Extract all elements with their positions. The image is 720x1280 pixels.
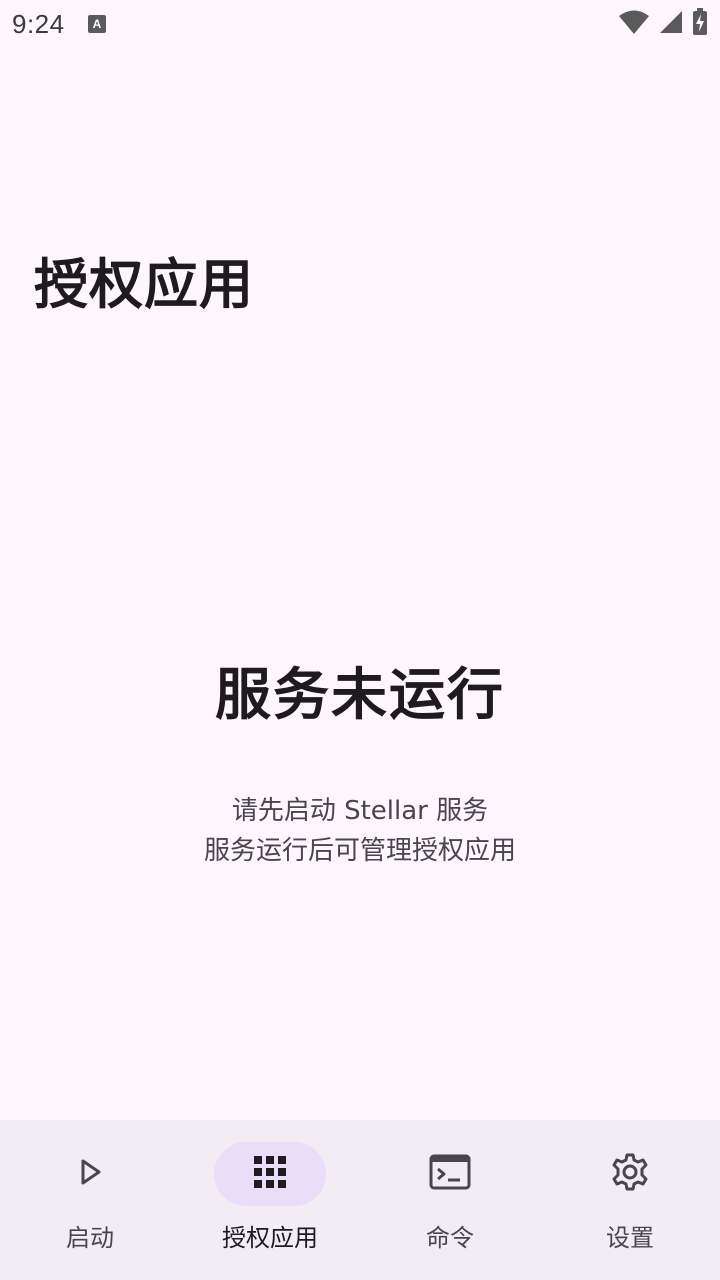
battery-charging-icon (692, 8, 708, 40)
empty-state: 服务未运行 请先启动 Stellar 服务 服务运行后可管理授权应用 (0, 650, 720, 871)
status-bar: 9:24 A (0, 0, 720, 48)
nav-item-commands[interactable]: 命令 (365, 1142, 535, 1253)
gear-icon (610, 1152, 650, 1196)
nav-label: 命令 (426, 1224, 474, 1252)
empty-state-line-1: 请先启动 Stellar 服务 (231, 796, 489, 826)
wifi-icon (618, 9, 650, 39)
cell-signal-icon (658, 9, 684, 39)
grid-icon (253, 1155, 287, 1193)
bottom-navigation: 启动 授权应用 命令 设置 (0, 1120, 720, 1280)
status-right (618, 8, 708, 40)
empty-state-title: 服务未运行 (215, 663, 505, 728)
page-title: 授权应用 (34, 253, 254, 316)
nav-label: 启动 (66, 1224, 114, 1252)
nav-label: 授权应用 (222, 1224, 318, 1252)
svg-text:A: A (92, 17, 101, 31)
nav-item-authorized-apps[interactable]: 授权应用 (185, 1142, 355, 1253)
terminal-icon (429, 1154, 471, 1194)
empty-state-line-2: 服务运行后可管理授权应用 (203, 836, 516, 866)
nav-label: 设置 (606, 1224, 654, 1252)
nav-item-settings[interactable]: 设置 (545, 1142, 715, 1253)
nav-indicator (394, 1142, 506, 1206)
nav-item-start[interactable]: 启动 (5, 1142, 175, 1253)
keyboard-a-icon: A (87, 14, 107, 34)
nav-indicator (574, 1142, 686, 1206)
nav-indicator (34, 1142, 146, 1206)
status-left: 9:24 A (12, 9, 107, 40)
empty-state-description: 请先启动 Stellar 服务 服务运行后可管理授权应用 (204, 791, 516, 871)
status-time: 9:24 (12, 8, 65, 39)
play-icon (74, 1156, 106, 1192)
nav-indicator-active (214, 1142, 326, 1206)
screen: 9:24 A 授权应用 服务未运行 请先启动 Stellar 服务 服务运行后可… (0, 0, 720, 1280)
